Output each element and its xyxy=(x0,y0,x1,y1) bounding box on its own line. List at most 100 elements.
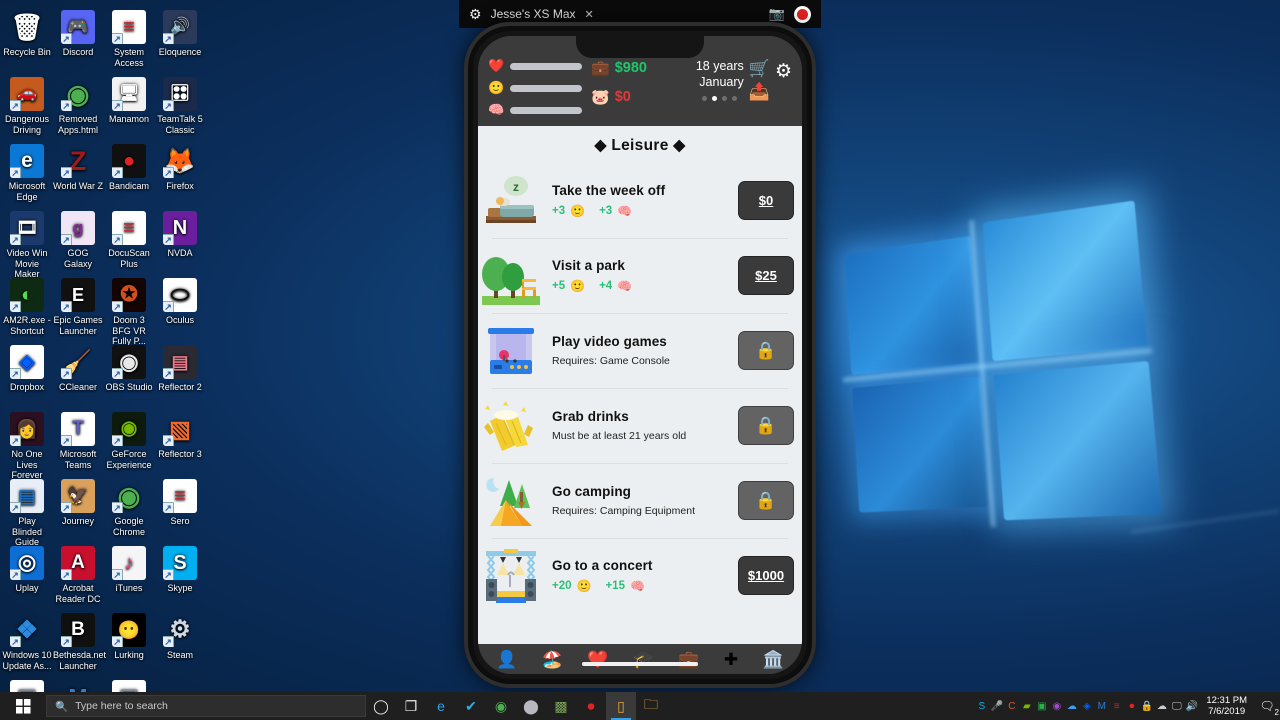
dropbox-tray-icon[interactable]: ◈ xyxy=(1079,692,1094,720)
desktop-icon-skype[interactable]: S ↗ Skype xyxy=(155,546,205,594)
camera-icon[interactable]: 📷 xyxy=(769,6,785,22)
activity-row[interactable]: Go to a concert +20 🙂 +15 🧠 $1000 xyxy=(478,538,802,613)
page-dot-3[interactable] xyxy=(732,96,737,101)
activity-buy-button[interactable]: $0 xyxy=(738,181,794,220)
skype-icon: S ↗ xyxy=(163,546,197,580)
desktop-icon-label: Dangerous Driving xyxy=(2,114,52,135)
desktop-icon-bandicam[interactable]: ● ↗ Bandicam xyxy=(104,144,154,192)
activity-row[interactable]: Play video games Requires: Game Console 🔒 xyxy=(478,313,802,388)
desktop-icon-world-war-z[interactable]: Z ↗ World War Z xyxy=(53,144,103,192)
desktop-icon-geforce-experience[interactable]: ◉ ↗ GeForce Experience xyxy=(104,412,154,470)
taskbar-reflector-icon[interactable]: ▯ xyxy=(606,692,636,720)
desktop-icon-lurking[interactable]: 😶 ↗ Lurking xyxy=(104,613,154,661)
desktop-icon-reflector-3[interactable]: ▧ ↗ Reflector 3 xyxy=(155,412,205,460)
desktop-icon-sero[interactable]: ≡ ↗ Sero xyxy=(155,479,205,527)
health-tab[interactable]: ✚ xyxy=(724,651,738,668)
desktop-icon-play-blinded-guide[interactable]: ▤ ↗ Play Blinded Guide xyxy=(2,479,52,548)
desktop-icon-acrobat-reader[interactable]: A ↗ Acrobat Reader DC xyxy=(53,546,103,604)
desktop-icon-am2r[interactable]: ◐ ↗ AM2R.exe - Shortcut xyxy=(2,278,52,336)
serotek-tray-icon[interactable]: ≡ xyxy=(1109,692,1124,720)
close-icon[interactable]: ✕ xyxy=(585,8,594,21)
desktop-icon-dropbox[interactable]: ◈ ↗ Dropbox xyxy=(2,345,52,393)
ccleaner-tray-icon[interactable]: C xyxy=(1004,692,1019,720)
settings-gear-icon[interactable]: ⚙ xyxy=(775,61,792,82)
taskbar-disc-icon[interactable]: ⬤ xyxy=(516,692,546,720)
desktop-icon-discord[interactable]: 🎮 ↗ Discord xyxy=(53,10,103,58)
activity-row[interactable]: z Take the week off +3 🙂 +3 🧠 $0 xyxy=(478,163,802,238)
activity-buy-button[interactable]: $25 xyxy=(738,256,794,295)
shopping-cart-icon[interactable]: 🛒 xyxy=(749,59,770,79)
activities-tab[interactable]: 🏖️ xyxy=(542,651,563,668)
search-input[interactable]: 🔍 Type here to search xyxy=(46,695,366,717)
desktop-icon-bethesda-net[interactable]: B ↗ Bethesda.net Launcher xyxy=(53,613,103,671)
taskbar-cortana-icon[interactable]: ◯ xyxy=(366,692,396,720)
activity-buy-button[interactable]: $1000 xyxy=(738,556,794,595)
desktop-icon-obs-studio[interactable]: ◉ ↗ OBS Studio xyxy=(104,345,154,393)
desktop-icon-microsoft-teams[interactable]: T ↗ Microsoft Teams xyxy=(53,412,103,470)
assets-tab[interactable]: 🏛️ xyxy=(763,651,784,668)
taskbar-bandicam-recording-icon[interactable]: ⏺ xyxy=(576,692,606,720)
activity-row[interactable]: Go camping Requires: Camping Equipment 🔒 xyxy=(478,463,802,538)
desktop-icon-nvda[interactable]: N ↗ NVDA xyxy=(155,211,205,259)
activity-row[interactable]: Visit a park +5 🙂 +4 🧠 $25 xyxy=(478,238,802,313)
skype-tray-icon[interactable]: S xyxy=(974,692,989,720)
shortcut-arrow-icon: ↗ xyxy=(112,33,123,44)
gear-icon[interactable]: ⚙ xyxy=(469,6,482,23)
desktop-icon-google-chrome[interactable]: ◉ ↗ Google Chrome xyxy=(104,479,154,537)
page-dot-1[interactable] xyxy=(712,96,717,101)
desktop-icon-eloquence[interactable]: 🔊 ↗ Eloquence xyxy=(155,10,205,58)
desktop-icon-manamon[interactable]: 🖥 ↗ Manamon xyxy=(104,77,154,125)
desktop-icon-chrome-html[interactable]: ◉ ↗ Removed Apps.html xyxy=(53,77,103,135)
malwarebytes-m-icon[interactable]: M xyxy=(1094,692,1109,720)
desktop-icon-epic-games[interactable]: E ↗ Epic Games Launcher xyxy=(53,278,103,336)
desktop-icon-oculus[interactable]: ⬭ ↗ Oculus xyxy=(155,278,205,326)
money-display: 💼 $980 🐷 $0 xyxy=(582,56,647,106)
taskbar-google-chrome-icon[interactable]: ◉ xyxy=(486,692,516,720)
smarts-bar xyxy=(510,107,582,114)
malwarebytes-tray-icon[interactable]: ◉ xyxy=(1049,692,1064,720)
desktop-icon-gog-galaxy[interactable]: g ↗ GOG Galaxy xyxy=(53,211,103,269)
taskbar-minecraft-icon[interactable]: ▩ xyxy=(546,692,576,720)
page-dot-2[interactable] xyxy=(722,96,727,101)
desktop-icon-uplay[interactable]: ◎ ↗ Uplay xyxy=(2,546,52,594)
cloud-tray-icon[interactable]: ☁ xyxy=(1154,692,1169,720)
desktop-icon-microsoft-edge[interactable]: e ↗ Microsoft Edge xyxy=(2,144,52,202)
taskbar-task-view-icon[interactable]: ❐ xyxy=(396,692,426,720)
desktop-icon-dangerous-driving[interactable]: 🚗 ↗ Dangerous Driving xyxy=(2,77,52,135)
desktop-icon-serotek-system-access[interactable]: ≡ ↗ System Access xyxy=(104,10,154,68)
record-tray-icon[interactable]: ⏺ xyxy=(1124,692,1139,720)
page-dot-0[interactable] xyxy=(702,96,707,101)
record-icon[interactable] xyxy=(794,6,811,23)
desktop-icon-steam[interactable]: ⚙ ↗ Steam xyxy=(155,613,205,661)
taskbar-eset-icon[interactable]: ✔ xyxy=(456,692,486,720)
desktop-icon-firefox[interactable]: 🦊 ↗ Firefox xyxy=(155,144,205,192)
volume-tray-icon[interactable]: 🔊 xyxy=(1184,692,1199,720)
desktop-icon-journey[interactable]: 🦅 ↗ Journey xyxy=(53,479,103,527)
onedrive-tray-icon[interactable]: ☁ xyxy=(1064,692,1079,720)
taskbar-internet-explorer-icon[interactable]: e xyxy=(426,692,456,720)
activity-row[interactable]: Grab drinks Must be at least 21 years old… xyxy=(478,388,802,463)
reflector-tray-icon[interactable]: 🖵 xyxy=(1169,692,1184,720)
eset-tray-icon[interactable]: ▣ xyxy=(1034,692,1049,720)
lock-tray-icon[interactable]: 🔒 xyxy=(1139,692,1154,720)
desktop-icon-movie-maker[interactable]: 🎞 ↗ Video Win Movie Maker xyxy=(2,211,52,280)
share-icon[interactable]: 📤 xyxy=(749,82,770,102)
taskbar-clock[interactable]: 12:31 PM 7/6/2019 xyxy=(1199,695,1254,717)
desktop-icon-teamtalk[interactable]: 🎛 ↗ TeamTalk 5 Classic xyxy=(155,77,205,135)
desktop-icon-doom3-bfg[interactable]: ✪ ↗ Doom 3 BFG VR Fully P... xyxy=(104,278,154,347)
taskbar-file-explorer-icon[interactable]: 🗀 xyxy=(636,692,666,720)
profile-tab[interactable]: 👤 xyxy=(496,651,517,668)
desktop-icon-itunes[interactable]: ♪ ↗ iTunes xyxy=(104,546,154,594)
desktop-icon-ccleaner[interactable]: 🧹 ↗ CCleaner xyxy=(53,345,103,393)
desktop-icon-nolf[interactable]: 👩 ↗ No One Lives Forever xyxy=(2,412,52,481)
windows-start-icon[interactable] xyxy=(0,692,46,720)
taskbar-pinned-apps: ◯ ❐ e ✔ ◉ ⬤ ▩ ⏺ ▯ 🗀 xyxy=(366,692,666,720)
nvidia-tray-icon[interactable]: ▰ xyxy=(1019,692,1034,720)
microphone-tray-icon[interactable]: 🎤 xyxy=(989,692,1004,720)
notification-center-icon[interactable]: 🗨 2 xyxy=(1254,692,1280,720)
google-chrome-icon: ◉ ↗ xyxy=(112,479,146,513)
desktop-icon-docuscan-plus[interactable]: ≡ ↗ DocuScan Plus xyxy=(104,211,154,269)
desktop-icon-windows-update[interactable]: ❖ ↗ Windows 10 Update As... xyxy=(2,613,52,671)
desktop-icon-recycle-bin[interactable]: 🗑 Recycle Bin xyxy=(2,10,52,58)
desktop-icon-reflector-2[interactable]: ▤ ↗ Reflector 2 xyxy=(155,345,205,393)
